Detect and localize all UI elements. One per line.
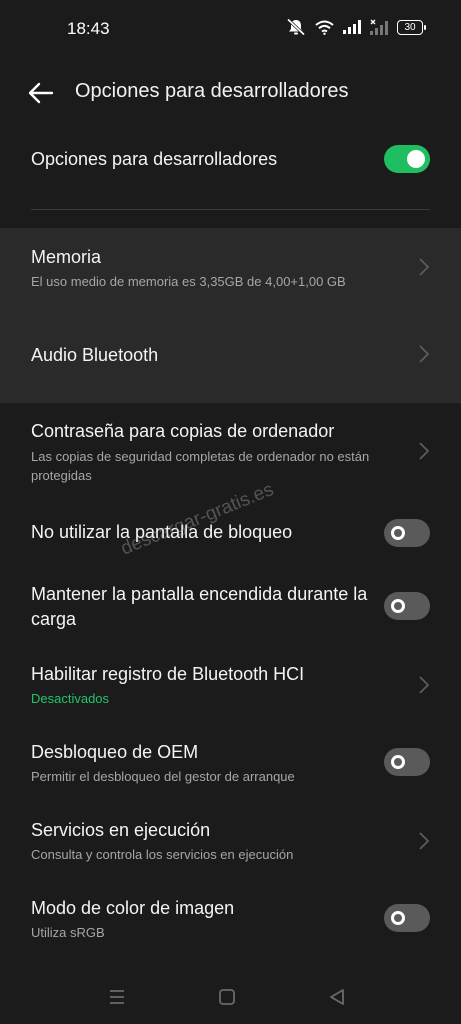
signal-nosim-icon bbox=[370, 19, 388, 35]
setting-title: Modo de color de imagen bbox=[31, 898, 235, 918]
home-icon[interactable] bbox=[216, 986, 238, 1008]
setting-memory[interactable]: Memoria El uso medio de memoria es 3,35G… bbox=[0, 228, 461, 316]
setting-bluetooth-hci[interactable]: Habilitar registro de Bluetooth HCI Desa… bbox=[0, 652, 461, 720]
nav-bar bbox=[0, 972, 461, 1024]
toggle-switch[interactable] bbox=[384, 592, 430, 620]
setting-subtitle: Consulta y controla los servicios en eje… bbox=[31, 847, 294, 862]
toggle-switch[interactable] bbox=[384, 519, 430, 547]
back-arrow-icon[interactable] bbox=[26, 78, 56, 108]
setting-subtitle: Utiliza sRGB bbox=[31, 925, 105, 940]
toggle-switch[interactable] bbox=[384, 904, 430, 932]
toggle-knob bbox=[391, 911, 405, 925]
setting-stay-awake[interactable]: Mantener la pantalla encendida durante l… bbox=[0, 572, 461, 642]
setting-title: Desbloqueo de OEM bbox=[31, 742, 199, 762]
toggle-knob bbox=[391, 599, 405, 613]
chevron-right-icon bbox=[419, 832, 430, 850]
toggle-knob bbox=[391, 755, 405, 769]
setting-oem-unlock[interactable]: Desbloqueo de OEM Permitir el desbloqueo… bbox=[0, 730, 461, 798]
master-toggle-switch[interactable] bbox=[384, 145, 430, 173]
setting-audio-bluetooth[interactable]: Audio Bluetooth bbox=[0, 316, 461, 403]
setting-color-mode[interactable]: Modo de color de imagen Utiliza sRGB bbox=[0, 886, 461, 954]
chevron-right-icon bbox=[419, 258, 430, 276]
setting-title: Contraseña para copias de ordenador bbox=[31, 421, 335, 441]
toggle-knob bbox=[407, 150, 425, 168]
mute-icon bbox=[286, 18, 306, 36]
status-bar: 18:43 30 bbox=[0, 0, 461, 58]
menu-icon[interactable] bbox=[106, 986, 128, 1008]
page-title: Opciones para desarrolladores bbox=[75, 80, 349, 102]
master-toggle-label: Opciones para desarrolladores bbox=[31, 149, 278, 169]
divider bbox=[31, 209, 430, 210]
chevron-right-icon bbox=[419, 442, 430, 460]
setting-subtitle: El uso medio de memoria es 3,35GB de 4,0… bbox=[31, 274, 346, 289]
chevron-right-icon bbox=[419, 676, 430, 694]
setting-title: Memoria bbox=[31, 247, 102, 267]
setting-status: Desactivados bbox=[31, 691, 110, 706]
toggle-switch[interactable] bbox=[384, 748, 430, 776]
signal-icon bbox=[343, 20, 361, 34]
chevron-right-icon bbox=[419, 345, 430, 363]
setting-subtitle: Permitir el desbloqueo del gestor de arr… bbox=[31, 769, 295, 784]
status-icons: 30 bbox=[286, 18, 426, 36]
setting-title: Servicios en ejecución bbox=[31, 820, 211, 840]
app-header: Opciones para desarrolladores bbox=[0, 60, 461, 124]
setting-title: Audio Bluetooth bbox=[31, 345, 159, 365]
status-time: 18:43 bbox=[67, 19, 110, 38]
wifi-icon bbox=[315, 20, 334, 35]
battery-icon: 30 bbox=[397, 19, 426, 35]
setting-running-services[interactable]: Servicios en ejecución Consulta y contro… bbox=[0, 808, 461, 876]
toggle-knob bbox=[391, 526, 405, 540]
setting-title: Habilitar registro de Bluetooth HCI bbox=[31, 664, 305, 684]
setting-title: Mantener la pantalla encendida durante l… bbox=[31, 584, 368, 629]
master-toggle-row[interactable]: Opciones para desarrolladores bbox=[0, 140, 461, 180]
setting-subtitle: Las copias de seguridad completas de ord… bbox=[31, 449, 370, 483]
back-icon[interactable] bbox=[326, 986, 348, 1008]
setting-backup-password[interactable]: Contraseña para copias de ordenador Las … bbox=[0, 410, 461, 495]
